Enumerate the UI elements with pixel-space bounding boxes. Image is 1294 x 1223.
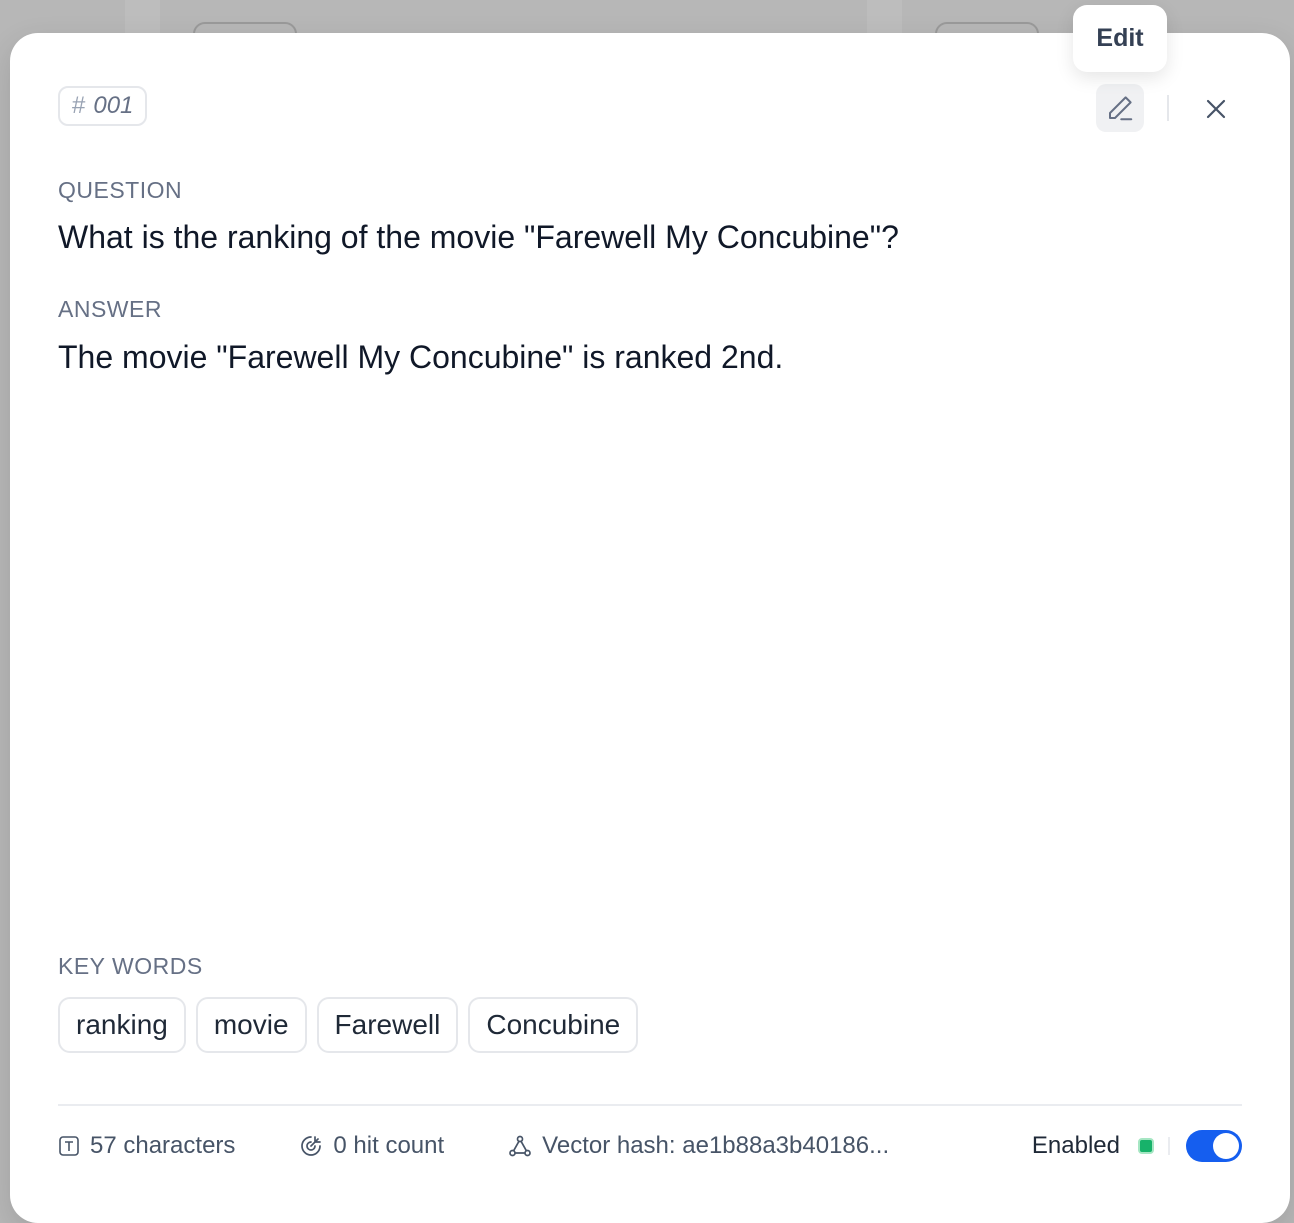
status-label: Enabled <box>1031 1132 1120 1159</box>
keyword-tag: Concubine <box>468 997 639 1053</box>
question-label: QUESTION <box>58 177 183 203</box>
status-dot <box>1138 1138 1154 1154</box>
answer-label: ANSWER <box>58 296 162 322</box>
enable-toggle[interactable] <box>1186 1130 1242 1162</box>
answer-text: The movie "Farewell My Concubine" is ran… <box>58 339 784 375</box>
keyword-list: ranking movie Farewell Concubine <box>58 997 639 1053</box>
vector-icon <box>509 1135 532 1157</box>
close-button[interactable] <box>1196 89 1236 129</box>
item-id: 001 <box>93 92 134 119</box>
vector-hash: Vector hash: ae1b88a3b40186... <box>508 1132 889 1160</box>
item-id-badge: # 001 <box>58 86 148 126</box>
pencil-icon <box>1109 96 1133 121</box>
edit-button[interactable] <box>1096 84 1144 132</box>
toggle-knob <box>1213 1133 1239 1159</box>
hit-count: 0 hit count <box>299 1132 444 1160</box>
character-count: 57 characters <box>58 1132 235 1160</box>
status-divider <box>1168 1137 1170 1155</box>
close-icon <box>1206 99 1226 119</box>
hash-icon: # <box>72 92 86 119</box>
header-divider <box>1167 95 1169 121</box>
target-icon <box>301 1136 322 1156</box>
annotation-detail-modal: # 001 QUESTION What is the ranking of th… <box>10 33 1290 1223</box>
keywords-label: KEY WORDS <box>58 953 203 979</box>
keyword-tag: Farewell <box>316 997 459 1053</box>
footer: 57 characters 0 hit count Vector hash: a… <box>58 1123 1242 1169</box>
keyword-tag: movie <box>195 997 307 1053</box>
vector-hash-text: Vector hash: ae1b88a3b40186... <box>542 1132 890 1159</box>
hit-count-text: 0 hit count <box>333 1132 445 1159</box>
footer-divider <box>58 1104 1242 1106</box>
character-count-text: 57 characters <box>90 1132 236 1159</box>
text-icon <box>59 1136 79 1156</box>
keyword-tag: ranking <box>58 997 186 1053</box>
edit-tooltip: Edit <box>1073 5 1167 72</box>
question-text: What is the ranking of the movie "Farewe… <box>58 219 899 255</box>
